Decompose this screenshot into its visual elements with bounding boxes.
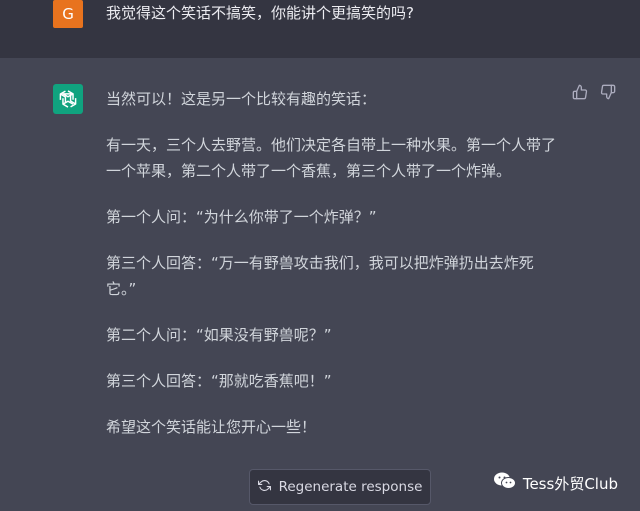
- assistant-message-row: 当然可以！这是另一个比较有趣的笑话： 有一天，三个人去野营。他们决定各自带上一种…: [0, 58, 640, 511]
- feedback-buttons: [572, 84, 616, 104]
- message-paragraph: 当然可以！这是另一个比较有趣的笑话：: [106, 90, 377, 108]
- user-message-text: 我觉得这个笑话不搞笑，你能讲个更搞笑的吗?: [106, 4, 414, 22]
- regenerate-label: Regenerate response: [278, 479, 423, 495]
- chatgpt-logo-icon: [53, 84, 83, 114]
- assistant-message-text: 当然可以！这是另一个比较有趣的笑话： 有一天，三个人去野营。他们决定各自带上一种…: [106, 86, 556, 460]
- message-paragraph: 第一个人问：“为什么你带了一个炸弹？”: [106, 208, 377, 226]
- refresh-icon: [257, 479, 271, 496]
- watermark-text: Tess外贸Club: [522, 474, 618, 493]
- user-avatar: G: [53, 0, 83, 28]
- user-message-row: G 我觉得这个笑话不搞笑，你能讲个更搞笑的吗?: [0, 0, 640, 58]
- wechat-icon: [493, 471, 517, 495]
- thumbs-up-icon[interactable]: [572, 84, 588, 104]
- message-paragraph: 第二个人问：“如果没有野兽呢？”: [106, 326, 332, 344]
- message-paragraph: 第三个人回答：“那就吃香蕉吧！”: [106, 372, 332, 390]
- watermark: Tess外贸Club: [493, 471, 618, 495]
- message-paragraph: 有一天，三个人去野营。他们决定各自带上一种水果。第一个人带了一个苹果，第二个人带…: [106, 136, 557, 180]
- message-paragraph: 希望这个笑话能让您开心一些！: [106, 418, 317, 436]
- message-paragraph: 第三个人回答：“万一有野兽攻击我们，我可以把炸弹扔出去炸死它。”: [106, 254, 534, 298]
- regenerate-response-button[interactable]: Regenerate response: [249, 469, 431, 505]
- thumbs-down-icon[interactable]: [600, 84, 616, 104]
